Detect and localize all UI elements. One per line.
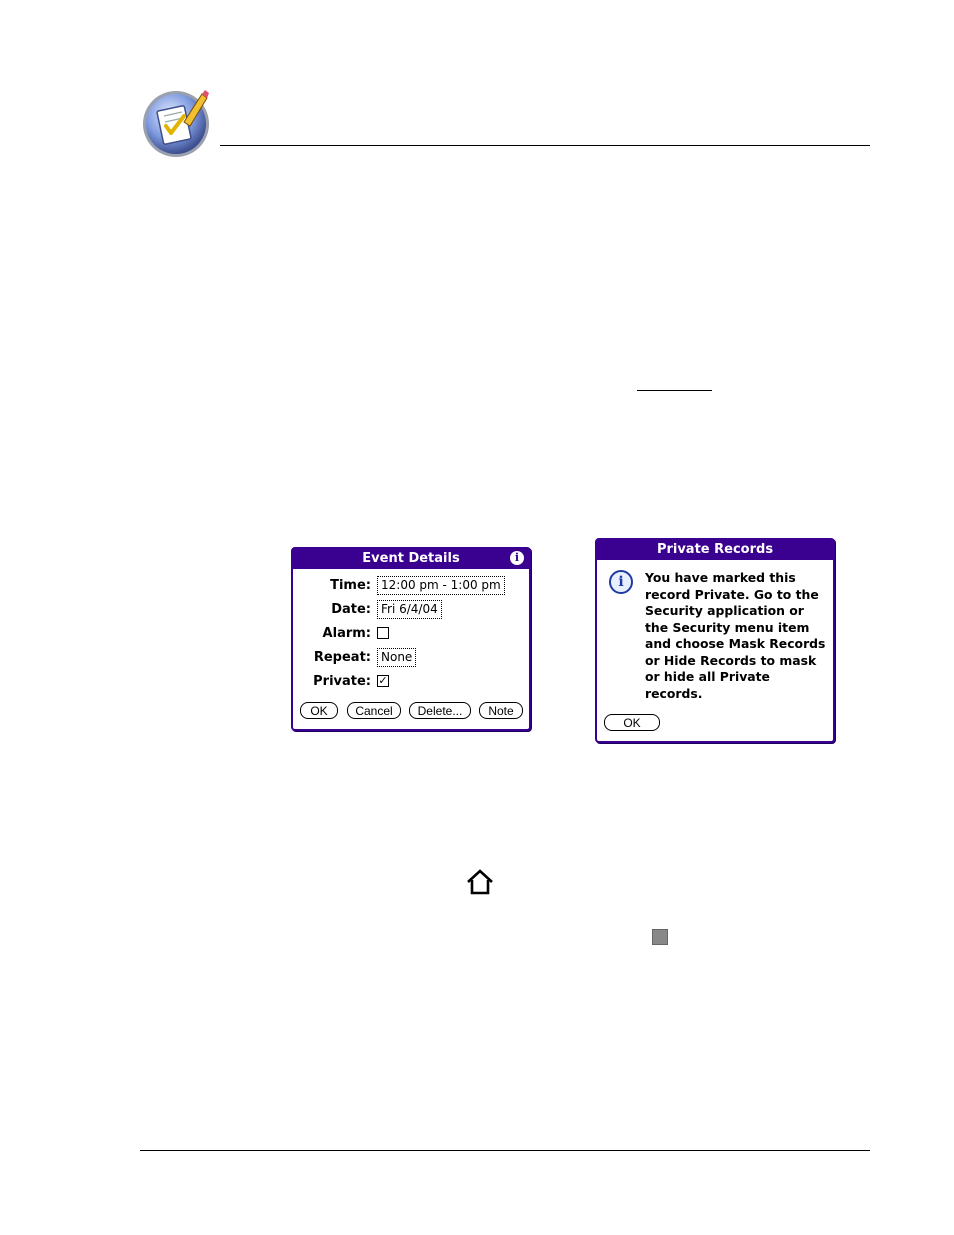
alarm-checkbox[interactable] — [377, 627, 389, 639]
grey-square-icon — [652, 929, 668, 945]
event-details-titlebar: Event Details i — [293, 549, 529, 569]
private-records-message: You have marked this record Private. Go … — [645, 570, 826, 701]
time-row: Time: 12:00 pm - 1:00 pm — [293, 576, 529, 596]
note-button[interactable]: Note — [479, 702, 523, 719]
info-icon[interactable]: i — [510, 551, 524, 565]
date-row: Date: Fri 6/4/04 — [293, 600, 529, 620]
time-selector[interactable]: 12:00 pm - 1:00 pm — [377, 576, 505, 595]
event-details-title: Event Details — [362, 551, 460, 566]
footer-rule — [140, 1150, 870, 1151]
time-label: Time: — [330, 578, 371, 593]
private-row: Private: ✓ — [293, 672, 529, 692]
delete-button[interactable]: Delete... — [409, 702, 471, 719]
header-rule — [220, 145, 870, 146]
alarm-label: Alarm: — [322, 626, 371, 641]
cancel-button[interactable]: Cancel — [347, 702, 401, 719]
alarm-row: Alarm: — [293, 624, 529, 644]
ok-button[interactable]: OK — [604, 714, 660, 731]
repeat-selector[interactable]: None — [377, 648, 417, 667]
date-label: Date: — [331, 602, 371, 617]
date-selector[interactable]: Fri 6/4/04 — [377, 600, 442, 619]
private-label: Private: — [313, 674, 371, 689]
private-records-title: Private Records — [656, 542, 774, 557]
private-records-dialog: Private Records i You have marked this r… — [595, 538, 835, 743]
private-checkbox[interactable]: ✓ — [377, 675, 389, 687]
repeat-row: Repeat: None — [293, 648, 529, 668]
datebook-logo-icon — [143, 90, 209, 157]
private-records-titlebar: Private Records — [597, 540, 833, 560]
ok-button[interactable]: OK — [300, 702, 338, 719]
home-icon — [467, 869, 493, 895]
info-alert-icon: i — [609, 570, 633, 594]
link-underline — [637, 390, 712, 391]
event-details-dialog: Event Details i Time: 12:00 pm - 1:00 pm… — [291, 547, 531, 731]
repeat-label: Repeat: — [313, 650, 371, 665]
